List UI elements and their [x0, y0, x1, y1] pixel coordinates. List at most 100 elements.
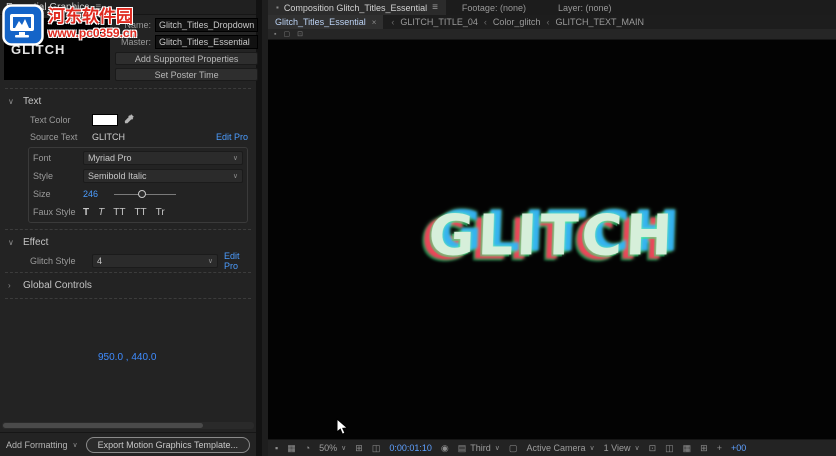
- global-controls-title: Global Controls: [23, 280, 92, 291]
- resolution-icon: ▤: [458, 443, 467, 454]
- name-label: Name:: [115, 20, 151, 30]
- chevron-down-icon: ∨: [73, 441, 78, 449]
- global-controls-header[interactable]: › Global Controls: [0, 276, 256, 295]
- channels-icon[interactable]: ◔: [305, 443, 310, 453]
- always-preview-icon[interactable]: ▪: [275, 443, 278, 453]
- eyedropper-icon[interactable]: [124, 113, 135, 127]
- small-caps-button[interactable]: TT: [134, 207, 146, 218]
- breadcrumb-item[interactable]: GLITCH_TEXT_MAIN: [555, 17, 644, 27]
- breadcrumb-item[interactable]: GLITCH_TITLE_04: [400, 17, 478, 27]
- template-summary: GLITCH Name: Glitch_Titles_Dropdown Mast…: [0, 15, 256, 85]
- flowchart-icon[interactable]: ⊞: [700, 443, 708, 454]
- text-section-header[interactable]: ∨ Text: [0, 92, 256, 111]
- font-size-value[interactable]: 246: [83, 189, 98, 199]
- tab-composition[interactable]: ▪ Composition Glitch_Titles_Essential ≡: [268, 0, 446, 15]
- faux-bold-button[interactable]: T: [83, 207, 89, 218]
- exposure-value[interactable]: +00: [731, 443, 746, 453]
- essential-graphics-panel: Essential Graphics ≡ GLITCH Name: Glitch…: [0, 0, 262, 456]
- glitch-style-value: 4: [97, 256, 102, 266]
- set-poster-time-button[interactable]: Set Poster Time: [115, 68, 258, 81]
- panel-menu-icon[interactable]: ≡: [432, 2, 438, 13]
- add-supported-properties-button[interactable]: Add Supported Properties: [115, 52, 258, 65]
- master-comp-select[interactable]: Glitch_Titles_Essential: [155, 35, 258, 49]
- size-label: Size: [33, 189, 77, 199]
- tab-layer[interactable]: Layer: (none): [542, 3, 628, 13]
- master-label: Master:: [115, 37, 151, 47]
- panel-tab-bar: ▪ Composition Glitch_Titles_Essential ≡ …: [268, 0, 836, 15]
- magnification-grid-icon[interactable]: ▦: [287, 443, 296, 454]
- viewer-option-bar: ▪ ▢ ⊡: [268, 29, 836, 40]
- faux-style-buttons: T T TT TT Tr: [83, 207, 165, 218]
- panel-menu-icon[interactable]: ≡: [95, 2, 101, 13]
- font-select[interactable]: Myriad Pro ∨: [83, 151, 243, 165]
- breadcrumb-chevron-icon: ‹: [391, 17, 394, 27]
- breadcrumb-chevron-icon: ‹: [546, 17, 549, 27]
- resolution-value: Third: [470, 443, 491, 453]
- composition-viewer[interactable]: GLITCH: [268, 40, 836, 439]
- zoom-select[interactable]: 50% ∨: [319, 443, 346, 453]
- view-layout-select[interactable]: 1 View ∨: [604, 443, 640, 453]
- name-input[interactable]: Glitch_Titles_Dropdown: [155, 18, 258, 32]
- breadcrumb-item[interactable]: Color_glitch: [493, 17, 541, 27]
- slider-knob[interactable]: [138, 190, 146, 198]
- font-value: Myriad Pro: [88, 153, 132, 163]
- current-time-value[interactable]: 0:00:01:10: [389, 443, 432, 453]
- edit-properties-link[interactable]: Edit Pro: [224, 251, 248, 271]
- collapse-chevron-icon[interactable]: ∨: [8, 238, 16, 247]
- viewer-option-icon[interactable]: ▢: [283, 30, 290, 38]
- region-of-interest-icon[interactable]: ▢: [509, 443, 518, 454]
- resolution-select[interactable]: ▤ Third ∨: [458, 443, 500, 454]
- add-formatting-label: Add Formatting: [6, 440, 68, 450]
- pixel-aspect-icon[interactable]: ⊡: [649, 443, 657, 454]
- chevron-down-icon: ∨: [233, 172, 238, 180]
- close-icon[interactable]: ×: [372, 18, 377, 27]
- font-properties-group: Font Myriad Pro ∨ Style Semibold Italic …: [28, 147, 248, 223]
- grid-guides-icon[interactable]: ⊞: [355, 443, 363, 454]
- viewer-option-icon[interactable]: ▪: [274, 31, 276, 38]
- chevron-down-icon: ∨: [233, 154, 238, 162]
- glitch-title-text: GLITCH: [428, 204, 677, 269]
- effect-section-title: Effect: [23, 237, 48, 248]
- all-caps-button[interactable]: TT: [113, 207, 125, 218]
- snapshot-icon[interactable]: ◉: [441, 443, 449, 454]
- effect-section-header[interactable]: ∨ Effect: [0, 233, 256, 252]
- horizontal-scrollbar[interactable]: [2, 422, 254, 429]
- scrollbar-thumb[interactable]: [3, 423, 203, 428]
- style-row: Style Semibold Italic ∨: [33, 168, 243, 184]
- camera-view-select[interactable]: Active Camera ∨: [526, 443, 594, 453]
- chevron-down-icon: ∨: [634, 444, 639, 452]
- master-row: Master: Glitch_Titles_Essential: [115, 35, 258, 49]
- source-text-value[interactable]: GLITCH: [92, 132, 125, 142]
- text-color-label: Text Color: [30, 115, 86, 125]
- mask-visibility-icon[interactable]: ◫: [372, 443, 381, 454]
- timeline-icon[interactable]: ▦: [683, 443, 692, 454]
- edit-properties-link[interactable]: Edit Pro: [216, 132, 248, 142]
- font-style-select[interactable]: Semibold Italic ∨: [83, 169, 243, 183]
- style-label: Style: [33, 171, 77, 181]
- thumbnail-text: GLITCH: [11, 42, 65, 57]
- faux-style-label: Faux Style: [33, 207, 77, 217]
- glitch-style-label: Glitch Style: [30, 256, 86, 266]
- exposure-reset-icon[interactable]: +: [717, 443, 722, 453]
- active-comp-tab[interactable]: Glitch_Titles_Essential ×: [268, 15, 383, 29]
- composition-tab-strip: Glitch_Titles_Essential × ‹ GLITCH_TITLE…: [268, 15, 836, 29]
- faux-italic-button[interactable]: T: [98, 207, 104, 218]
- text-color-swatch[interactable]: [92, 114, 118, 126]
- zoom-value: 50%: [319, 443, 337, 453]
- expand-chevron-icon[interactable]: ›: [8, 281, 16, 290]
- coordinates-value[interactable]: 950.0 , 440.0: [98, 352, 156, 363]
- superscript-button[interactable]: Tr: [156, 207, 165, 218]
- add-formatting-select[interactable]: Add Formatting ∨: [6, 440, 78, 450]
- fast-preview-icon[interactable]: ◫: [665, 443, 674, 454]
- template-thumbnail: GLITCH: [4, 18, 110, 80]
- glitch-style-select[interactable]: 4 ∨: [92, 254, 218, 268]
- breadcrumb-chevron-icon: ‹: [484, 17, 487, 27]
- app-root: Essential Graphics ≡ GLITCH Name: Glitch…: [0, 0, 836, 456]
- text-section-title: Text: [23, 96, 41, 107]
- tab-footage[interactable]: Footage: (none): [446, 3, 542, 13]
- export-template-button[interactable]: Export Motion Graphics Template...: [86, 437, 250, 453]
- viewer-option-icon[interactable]: ⊡: [297, 30, 303, 38]
- composition-panel: ▪ Composition Glitch_Titles_Essential ≡ …: [268, 0, 836, 456]
- collapse-chevron-icon[interactable]: ∨: [8, 97, 16, 106]
- font-size-slider[interactable]: [114, 188, 176, 200]
